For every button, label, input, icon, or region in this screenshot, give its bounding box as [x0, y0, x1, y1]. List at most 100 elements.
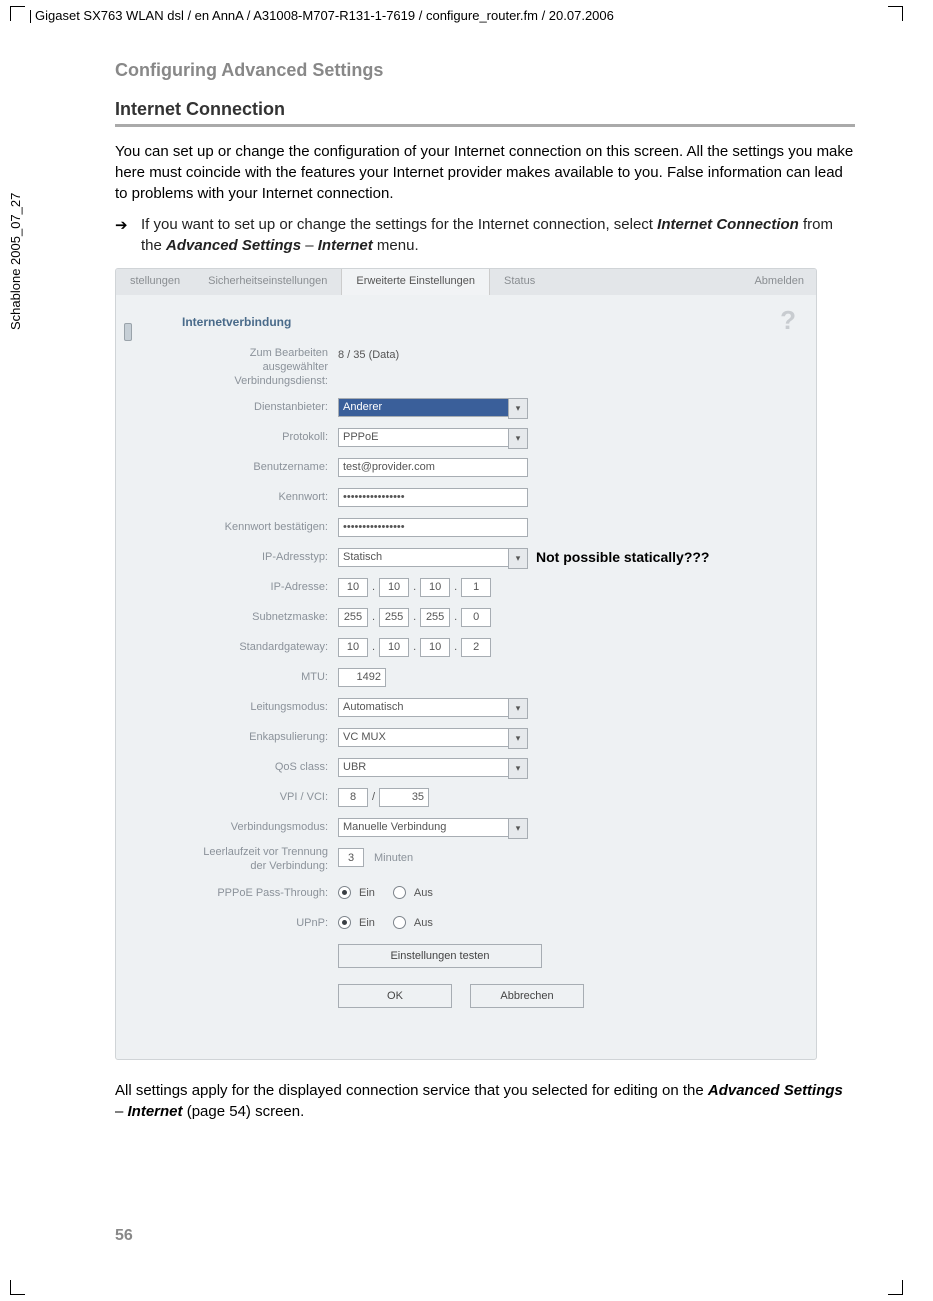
input-ip-octet[interactable]: 10 — [379, 578, 409, 597]
input-idle-minutes[interactable]: 3 — [338, 848, 364, 867]
logout-link[interactable]: Abmelden — [754, 269, 816, 295]
select-provider[interactable]: Anderer ▾ — [338, 398, 528, 417]
input-subnet-octet[interactable]: 255 — [420, 608, 450, 627]
select-line-mode[interactable]: Automatisch ▾ — [338, 698, 528, 717]
chevron-down-icon: ▾ — [508, 818, 528, 839]
input-vci[interactable]: 35 — [379, 788, 429, 807]
input-vpi[interactable]: 8 — [338, 788, 368, 807]
footer-paragraph: All settings apply for the displayed con… — [115, 1080, 855, 1122]
crop-mark — [10, 6, 25, 21]
input-password[interactable]: •••••••••••••••• — [338, 488, 528, 507]
input-subnet-octet[interactable]: 255 — [379, 608, 409, 627]
input-ip-octet[interactable]: 1 — [461, 578, 491, 597]
radio-label-on: Ein — [359, 917, 375, 929]
input-mtu[interactable]: 1492 — [338, 668, 386, 687]
input-username[interactable]: test@provider.com — [338, 458, 528, 477]
row-protocol: Protokoll: PPPoE ▾ — [138, 426, 794, 448]
tab-security-settings[interactable]: Sicherheitseinstellungen — [194, 269, 341, 295]
label-ip-address: IP-Adresse: — [138, 581, 338, 593]
row-upnp: UPnP: Ein Aus — [138, 912, 794, 934]
document-header-path: Gigaset SX763 WLAN dsl / en AnnA / A3100… — [30, 8, 614, 23]
row-connection-mode: Verbindungsmodus: Manuelle Verbindung ▾ — [138, 816, 794, 838]
label-protocol: Protokoll: — [138, 431, 338, 443]
row-encapsulation: Enkapsulierung: VC MUX ▾ — [138, 726, 794, 748]
input-subnet-octet[interactable]: 0 — [461, 608, 491, 627]
radio-upnp-on[interactable] — [338, 916, 351, 929]
radio-pppoe-on[interactable] — [338, 886, 351, 899]
row-ip-type: IP-Adresstyp: Statisch ▾ Not possible st… — [138, 546, 794, 568]
chevron-down-icon: ▾ — [508, 548, 528, 569]
select-ip-type[interactable]: Statisch ▾ — [338, 548, 528, 567]
input-gateway-octet[interactable]: 10 — [338, 638, 368, 657]
input-gateway-octet[interactable]: 10 — [420, 638, 450, 657]
input-subnet-octet[interactable]: 255 — [338, 608, 368, 627]
instruction-text: If you want to set up or change the sett… — [141, 214, 855, 256]
instruction-bullet: ➔ If you want to set up or change the se… — [115, 214, 855, 256]
label-connection-mode: Verbindungsmodus: — [138, 821, 338, 833]
row-pppoe-passthrough: PPPoE Pass-Through: Ein Aus — [138, 882, 794, 904]
label-pppoe-passthrough: PPPoE Pass-Through: — [138, 887, 338, 899]
row-connection-service: Zum Bearbeiten ausgewählter Verbindungsd… — [138, 347, 794, 388]
radio-label-off: Aus — [414, 917, 433, 929]
radio-pppoe-off[interactable] — [393, 886, 406, 899]
select-encapsulation[interactable]: VC MUX ▾ — [338, 728, 528, 747]
cancel-button[interactable]: Abbrechen — [470, 984, 584, 1008]
crop-mark — [888, 6, 903, 21]
label-minutes-unit: Minuten — [368, 852, 413, 864]
label-encapsulation: Enkapsulierung: — [138, 731, 338, 743]
select-qos[interactable]: UBR ▾ — [338, 758, 528, 777]
label-upnp: UPnP: — [138, 917, 338, 929]
section-title: Configuring Advanced Settings — [115, 60, 855, 81]
crop-mark — [888, 1280, 903, 1295]
label-qos: QoS class: — [138, 761, 338, 773]
radio-label-off: Aus — [414, 887, 433, 899]
arrow-icon: ➔ — [115, 214, 141, 256]
input-ip-octet[interactable]: 10 — [420, 578, 450, 597]
page-number: 56 — [115, 1227, 133, 1245]
annotation-not-possible: Not possible statically??? — [528, 549, 709, 565]
page-heading: Internet Connection — [115, 99, 855, 127]
document-side-text: Schablone 2005_07_27 — [8, 193, 23, 330]
separator-slash: / — [372, 791, 375, 803]
chevron-down-icon: ▾ — [508, 728, 528, 749]
label-provider: Dienstanbieter: — [138, 401, 338, 413]
row-idle-time: Leerlaufzeit vor Trennung der Verbindung… — [138, 846, 794, 874]
form-panel: Internetverbindung Zum Bearbeiten ausgew… — [116, 295, 816, 1028]
crop-mark — [10, 1280, 25, 1295]
input-ip-octet[interactable]: 10 — [338, 578, 368, 597]
test-settings-button[interactable]: Einstellungen testen — [338, 944, 542, 968]
label-gateway: Standardgateway: — [138, 641, 338, 653]
radio-upnp-off[interactable] — [393, 916, 406, 929]
tab-status[interactable]: Status — [490, 269, 549, 295]
label-mtu: MTU: — [138, 671, 338, 683]
row-subnet: Subnetzmaske: 255. 255. 255. 0 — [138, 606, 794, 628]
label-confirm-password: Kennwort bestätigen: — [138, 521, 338, 533]
input-confirm-password[interactable]: •••••••••••••••• — [338, 518, 528, 537]
label-line-mode: Leitungsmodus: — [138, 701, 338, 713]
page-content: Configuring Advanced Settings Internet C… — [115, 60, 855, 1122]
label-password: Kennwort: — [138, 491, 338, 503]
value-connection-service: 8 / 35 (Data) — [338, 347, 399, 361]
row-confirm-password: Kennwort bestätigen: •••••••••••••••• — [138, 516, 794, 538]
select-connection-mode[interactable]: Manuelle Verbindung ▾ — [338, 818, 528, 837]
input-gateway-octet[interactable]: 10 — [379, 638, 409, 657]
label-username: Benutzername: — [138, 461, 338, 473]
intro-paragraph: You can set up or change the configurati… — [115, 141, 855, 204]
router-ui-screenshot: stellungen Sicherheitseinstellungen Erwe… — [115, 268, 817, 1060]
row-gateway: Standardgateway: 10. 10. 10. 2 — [138, 636, 794, 658]
label-subnet: Subnetzmaske: — [138, 611, 338, 623]
row-password: Kennwort: •••••••••••••••• — [138, 486, 794, 508]
chevron-down-icon: ▾ — [508, 428, 528, 449]
button-row-okcancel: OK Abbrechen — [338, 984, 794, 1008]
tab-settings-fragment[interactable]: stellungen — [116, 269, 194, 295]
row-line-mode: Leitungsmodus: Automatisch ▾ — [138, 696, 794, 718]
tab-advanced-settings[interactable]: Erweiterte Einstellungen — [341, 269, 490, 295]
chevron-down-icon: ▾ — [508, 398, 528, 419]
radio-label-on: Ein — [359, 887, 375, 899]
ok-button[interactable]: OK — [338, 984, 452, 1008]
input-gateway-octet[interactable]: 2 — [461, 638, 491, 657]
select-protocol[interactable]: PPPoE ▾ — [338, 428, 528, 447]
row-mtu: MTU: 1492 — [138, 666, 794, 688]
row-username: Benutzername: test@provider.com — [138, 456, 794, 478]
label-vpi-vci: VPI / VCI: — [138, 791, 338, 803]
